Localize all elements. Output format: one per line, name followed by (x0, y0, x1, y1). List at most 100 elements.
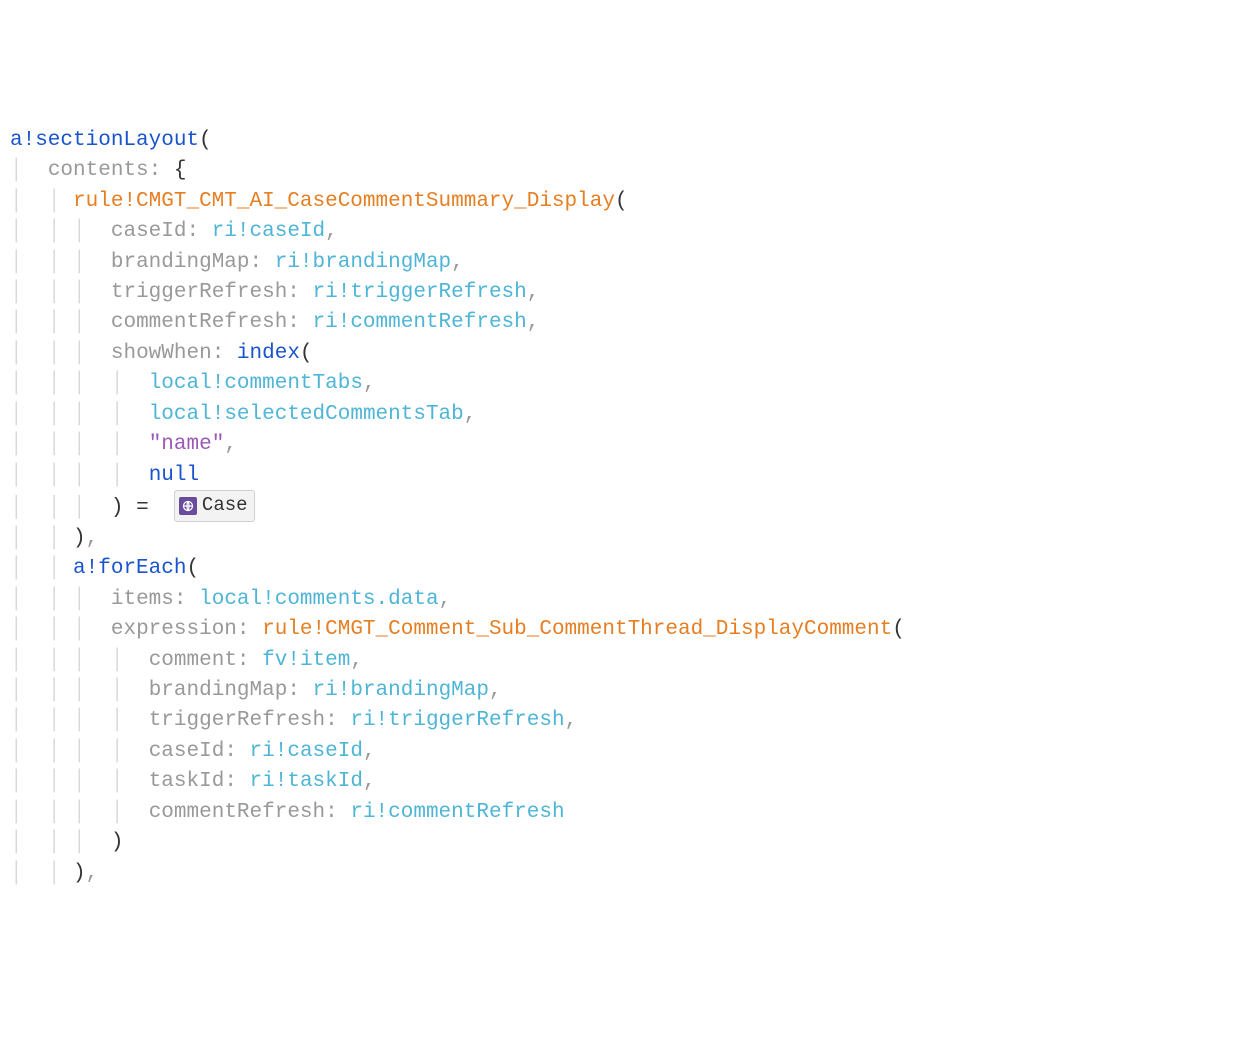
open-paren: ( (615, 190, 628, 213)
comma: , (464, 403, 477, 426)
indent-guide: │ (73, 588, 86, 611)
open-paren: ( (199, 129, 212, 152)
indent-guide: │ (111, 372, 124, 395)
indent-guide: │ (73, 770, 86, 793)
param-name: brandingMap: (111, 251, 262, 274)
code-line[interactable]: │ │ │ │ local!commentTabs, (10, 369, 1244, 399)
local-var: local!selectedCommentsTab (149, 403, 464, 426)
indent-guide: │ (48, 220, 61, 243)
code-line[interactable]: │ │ │ items: local!comments.data, (10, 585, 1244, 615)
code-line[interactable]: │ │ │ showWhen: index( (10, 339, 1244, 369)
indent-guide: │ (48, 862, 61, 885)
chip-label: Case (202, 492, 248, 520)
globe-icon (179, 497, 197, 515)
code-line[interactable]: │ │ rule!CMGT_CMT_AI_CaseCommentSummary_… (10, 187, 1244, 217)
code-line[interactable]: │ │ a!forEach( (10, 554, 1244, 584)
indent-guide: │ (111, 740, 124, 763)
code-line[interactable]: │ │ │ brandingMap: ri!brandingMap, (10, 248, 1244, 278)
code-line[interactable]: │ │ │ expression: rule!CMGT_Comment_Sub_… (10, 615, 1244, 645)
null-literal: null (149, 464, 199, 487)
comma: , (565, 709, 578, 732)
param-name: commentRefresh: (111, 311, 300, 334)
indent-guide: │ (10, 588, 23, 611)
close-paren: ) (73, 862, 86, 885)
indent-guide: │ (10, 311, 23, 334)
rule-input: ri!caseId (250, 740, 363, 763)
code-line[interactable]: a!sectionLayout( (10, 126, 1244, 156)
rule-call: rule!CMGT_Comment_Sub_CommentThread_Disp… (262, 618, 892, 641)
code-line[interactable]: │ │ │ │ triggerRefresh: ri!triggerRefres… (10, 706, 1244, 736)
comma: , (325, 220, 338, 243)
open-brace: { (174, 159, 187, 182)
param-name: expression: (111, 618, 250, 641)
indent-guide: │ (73, 372, 86, 395)
comma: , (86, 527, 99, 550)
indent-guide: │ (48, 618, 61, 641)
indent-guide: │ (111, 403, 124, 426)
indent-guide: │ (48, 496, 61, 519)
indent-guide: │ (111, 709, 124, 732)
param-name: comment: (149, 649, 250, 672)
indent-guide: │ (73, 740, 86, 763)
code-line[interactable]: │ contents: { (10, 156, 1244, 186)
code-line[interactable]: │ │ │ │ caseId: ri!caseId, (10, 737, 1244, 767)
code-line[interactable]: │ │ ), (10, 524, 1244, 554)
translation-chip[interactable]: Case (174, 490, 255, 522)
param-name: triggerRefresh: (149, 709, 338, 732)
code-line[interactable]: │ │ │ │ local!selectedCommentsTab, (10, 400, 1244, 430)
code-line[interactable]: │ │ │ │ brandingMap: ri!brandingMap, (10, 676, 1244, 706)
indent-guide: │ (111, 801, 124, 824)
rule-input: ri!caseId (212, 220, 325, 243)
comma: , (527, 281, 540, 304)
code-line[interactable]: │ │ │ │ "name", (10, 430, 1244, 460)
indent-guide: │ (10, 770, 23, 793)
open-paren: ( (892, 618, 905, 641)
equals-operator: = (136, 496, 149, 519)
indent-guide: │ (10, 679, 23, 702)
code-line[interactable]: │ │ │ │ null (10, 461, 1244, 491)
indent-guide: │ (73, 496, 86, 519)
close-paren: ) (111, 496, 124, 519)
indent-guide: │ (48, 342, 61, 365)
code-line[interactable]: │ │ │ │ commentRefresh: ri!commentRefres… (10, 798, 1244, 828)
indent-guide: │ (73, 311, 86, 334)
indent-guide: │ (10, 342, 23, 365)
indent-guide: │ (10, 709, 23, 732)
open-paren: ( (300, 342, 313, 365)
code-line[interactable]: │ │ │ ) (10, 828, 1244, 858)
indent-guide: │ (73, 403, 86, 426)
indent-guide: │ (48, 770, 61, 793)
indent-guide: │ (10, 464, 23, 487)
indent-guide: │ (73, 649, 86, 672)
code-line[interactable]: │ │ │ triggerRefresh: ri!triggerRefresh, (10, 278, 1244, 308)
indent-guide: │ (10, 649, 23, 672)
indent-guide: │ (73, 801, 86, 824)
code-line[interactable]: │ │ │ │ comment: fv!item, (10, 646, 1244, 676)
indent-guide: │ (73, 709, 86, 732)
indent-guide: │ (48, 588, 61, 611)
code-line[interactable]: │ │ │ ) = Case (10, 491, 1244, 524)
code-line[interactable]: │ │ │ commentRefresh: ri!commentRefresh, (10, 308, 1244, 338)
code-editor[interactable]: a!sectionLayout(│ contents: {│ │ rule!CM… (10, 126, 1244, 889)
indent-guide: │ (10, 862, 23, 885)
param-name: caseId: (149, 740, 237, 763)
function-call: a!forEach (73, 557, 186, 580)
rule-input: ri!commentRefresh (313, 311, 527, 334)
fv-variable: fv!item (262, 649, 350, 672)
indent-guide: │ (73, 220, 86, 243)
indent-guide: │ (48, 281, 61, 304)
indent-guide: │ (73, 464, 86, 487)
code-line[interactable]: │ │ ), (10, 859, 1244, 889)
indent-guide: │ (48, 527, 61, 550)
indent-guide: │ (48, 403, 61, 426)
indent-guide: │ (10, 190, 23, 213)
indent-guide: │ (10, 740, 23, 763)
code-line[interactable]: │ │ │ caseId: ri!caseId, (10, 217, 1244, 247)
open-paren: ( (186, 557, 199, 580)
comma: , (439, 588, 452, 611)
indent-guide: │ (10, 496, 23, 519)
indent-guide: │ (10, 433, 23, 456)
indent-guide: │ (48, 831, 61, 854)
function-call: a!sectionLayout (10, 129, 199, 152)
code-line[interactable]: │ │ │ │ taskId: ri!taskId, (10, 767, 1244, 797)
